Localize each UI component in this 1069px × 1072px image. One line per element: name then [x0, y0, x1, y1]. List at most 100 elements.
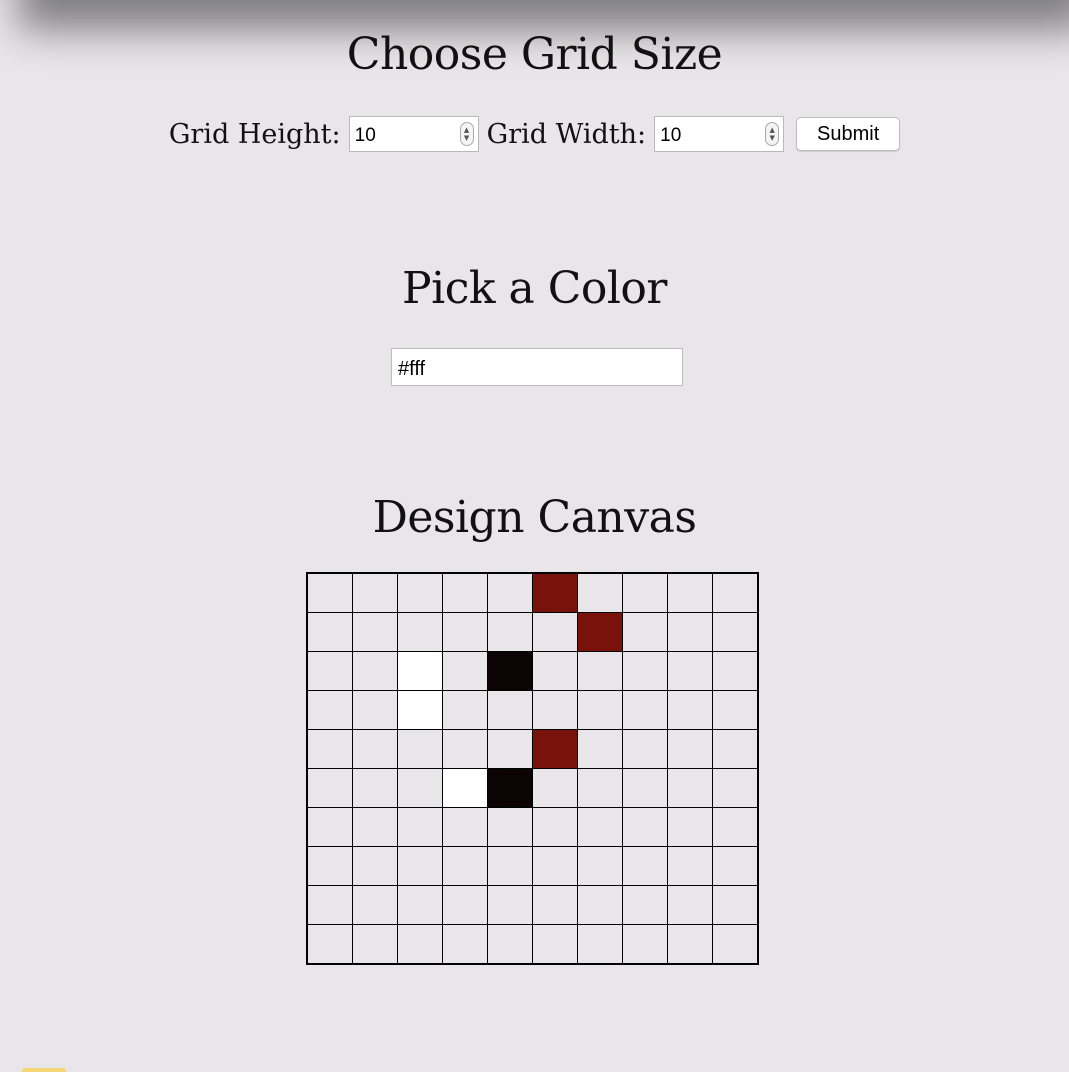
canvas-cell[interactable] — [306, 572, 353, 613]
stepper-arrows-icon[interactable]: ▲ ▼ — [459, 122, 474, 146]
stepper-down-icon[interactable]: ▼ — [769, 134, 774, 142]
canvas-cell[interactable] — [667, 572, 713, 613]
canvas-cell[interactable] — [306, 807, 353, 847]
canvas-cell[interactable] — [397, 885, 443, 925]
canvas-cell[interactable] — [712, 690, 759, 730]
canvas-cell[interactable] — [487, 651, 533, 691]
canvas-cell[interactable] — [667, 690, 713, 730]
stepper-up-icon[interactable]: ▲ — [464, 126, 469, 134]
stepper-down-icon[interactable]: ▼ — [464, 134, 469, 142]
canvas-cell[interactable] — [442, 846, 488, 886]
canvas-cell[interactable] — [352, 768, 398, 808]
canvas-cell[interactable] — [397, 690, 443, 730]
canvas-cell[interactable] — [487, 846, 533, 886]
submit-button[interactable]: Submit — [796, 117, 901, 151]
canvas-cell[interactable] — [306, 690, 353, 730]
canvas-cell[interactable] — [397, 924, 443, 965]
canvas-cell[interactable] — [532, 807, 578, 847]
canvas-cell[interactable] — [442, 690, 488, 730]
stepper-up-icon[interactable]: ▲ — [769, 126, 774, 134]
canvas-cell[interactable] — [487, 924, 533, 965]
canvas-cell[interactable] — [487, 885, 533, 925]
canvas-cell[interactable] — [352, 612, 398, 652]
canvas-cell[interactable] — [532, 729, 578, 769]
canvas-cell[interactable] — [622, 651, 668, 691]
canvas-cell[interactable] — [667, 612, 713, 652]
canvas-cell[interactable] — [397, 768, 443, 808]
canvas-cell[interactable] — [306, 768, 353, 808]
canvas-cell[interactable] — [532, 651, 578, 691]
canvas-cell[interactable] — [532, 690, 578, 730]
canvas-cell[interactable] — [577, 924, 623, 965]
canvas-cell[interactable] — [622, 768, 668, 808]
canvas-cell[interactable] — [577, 846, 623, 886]
canvas-cell[interactable] — [667, 768, 713, 808]
canvas-cell[interactable] — [352, 651, 398, 691]
canvas-cell[interactable] — [622, 690, 668, 730]
canvas-cell[interactable] — [577, 729, 623, 769]
canvas-cell[interactable] — [352, 690, 398, 730]
canvas-cell[interactable] — [532, 924, 578, 965]
canvas-cell[interactable] — [397, 651, 443, 691]
canvas-cell[interactable] — [622, 885, 668, 925]
canvas-cell[interactable] — [442, 768, 488, 808]
canvas-cell[interactable] — [712, 924, 759, 965]
canvas-cell[interactable] — [442, 572, 488, 613]
canvas-cell[interactable] — [712, 885, 759, 925]
canvas-cell[interactable] — [397, 846, 443, 886]
canvas-cell[interactable] — [577, 690, 623, 730]
canvas-cell[interactable] — [487, 807, 533, 847]
canvas-cell[interactable] — [712, 612, 759, 652]
stepper-arrows-icon[interactable]: ▲ ▼ — [765, 122, 780, 146]
canvas-cell[interactable] — [487, 729, 533, 769]
canvas-cell[interactable] — [306, 729, 353, 769]
canvas-cell[interactable] — [397, 807, 443, 847]
canvas-cell[interactable] — [306, 846, 353, 886]
canvas-cell[interactable] — [397, 729, 443, 769]
canvas-cell[interactable] — [577, 612, 623, 652]
canvas-cell[interactable] — [442, 729, 488, 769]
canvas-cell[interactable] — [487, 612, 533, 652]
canvas-cell[interactable] — [577, 768, 623, 808]
canvas-cell[interactable] — [487, 572, 533, 613]
canvas-cell[interactable] — [712, 846, 759, 886]
canvas-cell[interactable] — [532, 612, 578, 652]
canvas-cell[interactable] — [712, 651, 759, 691]
canvas-cell[interactable] — [306, 885, 353, 925]
canvas-cell[interactable] — [667, 885, 713, 925]
canvas-cell[interactable] — [622, 612, 668, 652]
canvas-cell[interactable] — [352, 572, 398, 613]
canvas-cell[interactable] — [667, 924, 713, 965]
canvas-cell[interactable] — [667, 651, 713, 691]
canvas-cell[interactable] — [397, 572, 443, 613]
canvas-cell[interactable] — [487, 768, 533, 808]
canvas-cell[interactable] — [712, 572, 759, 613]
canvas-cell[interactable] — [712, 729, 759, 769]
canvas-cell[interactable] — [622, 729, 668, 769]
canvas-cell[interactable] — [712, 807, 759, 847]
grid-width-field[interactable]: ▲ ▼ — [654, 116, 785, 152]
canvas-cell[interactable] — [442, 885, 488, 925]
canvas-cell[interactable] — [306, 612, 353, 652]
canvas-cell[interactable] — [712, 768, 759, 808]
canvas-cell[interactable] — [352, 924, 398, 965]
canvas-cell[interactable] — [577, 651, 623, 691]
canvas-cell[interactable] — [442, 807, 488, 847]
canvas-cell[interactable] — [352, 885, 398, 925]
canvas-cell[interactable] — [397, 612, 443, 652]
canvas-cell[interactable] — [577, 807, 623, 847]
canvas-cell[interactable] — [352, 807, 398, 847]
canvas-cell[interactable] — [487, 690, 533, 730]
canvas-cell[interactable] — [532, 572, 578, 613]
color-picker-input[interactable] — [391, 348, 683, 386]
canvas-cell[interactable] — [577, 885, 623, 925]
grid-height-field[interactable]: ▲ ▼ — [348, 116, 479, 152]
canvas-cell[interactable] — [667, 807, 713, 847]
canvas-cell[interactable] — [442, 612, 488, 652]
canvas-cell[interactable] — [532, 885, 578, 925]
canvas-cell[interactable] — [352, 846, 398, 886]
canvas-cell[interactable] — [622, 807, 668, 847]
canvas-cell[interactable] — [532, 846, 578, 886]
canvas-cell[interactable] — [352, 729, 398, 769]
canvas-cell[interactable] — [577, 572, 623, 613]
